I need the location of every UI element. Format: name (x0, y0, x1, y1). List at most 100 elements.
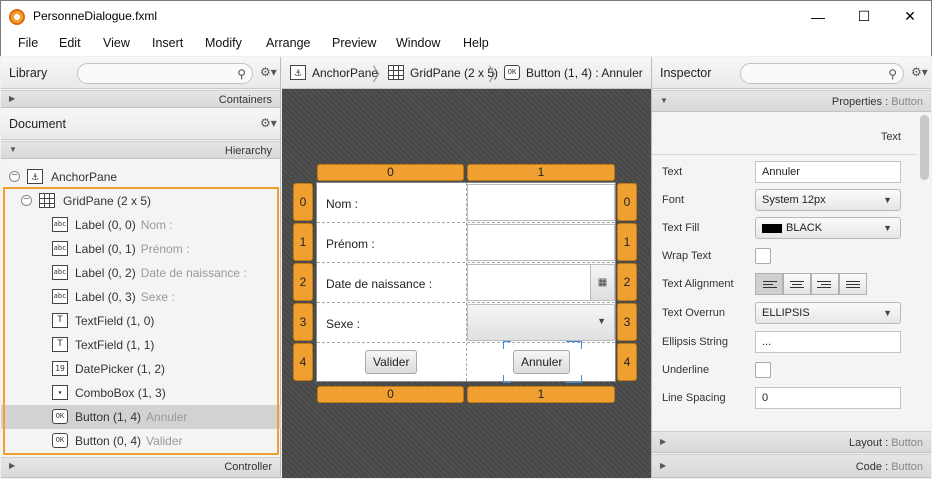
prop-font-label: Font (662, 194, 685, 206)
calendar-icon[interactable]: ▦ (590, 265, 614, 300)
tree-item-combobox[interactable]: ▾ ComboBox (1, 3) (1, 381, 281, 405)
menu-arrange[interactable]: Arrange (266, 36, 310, 50)
tree-item-label-0-1[interactable]: abc Label (0, 1) Prénom : (1, 237, 281, 261)
collapse-toggle-icon[interactable]: − (21, 195, 32, 206)
tree-item-label-0-3[interactable]: abc Label (0, 3) Sexe : (1, 285, 281, 309)
menu-view[interactable]: View (103, 36, 130, 50)
selection-handle[interactable] (574, 375, 582, 383)
column-header-1[interactable]: 1 (467, 164, 615, 181)
menu-window[interactable]: Window (396, 36, 440, 50)
hierarchy-section[interactable]: ▼ Hierarchy (1, 141, 280, 159)
menu-insert[interactable]: Insert (152, 36, 183, 50)
column-footer-1[interactable]: 1 (467, 386, 615, 403)
align-right-icon[interactable] (811, 273, 839, 295)
column-header-0[interactable]: 0 (317, 164, 464, 181)
minimize-button[interactable]: — (795, 1, 841, 32)
properties-section[interactable]: ▼ Properties : Button (652, 90, 931, 112)
datepicker[interactable]: ▦ (467, 264, 615, 301)
row-header-3[interactable]: 3 (293, 303, 313, 341)
row-marker-right-0[interactable]: 0 (617, 183, 637, 221)
align-center-icon[interactable] (783, 273, 811, 295)
inspector-title: Inspector (660, 66, 712, 80)
library-search-input[interactable]: ⚲ (77, 63, 253, 84)
chevron-down-icon: ▼ (883, 308, 892, 318)
prop-fill-value: BLACK (786, 222, 823, 234)
row-header-1[interactable]: 1 (293, 223, 313, 261)
menu-file[interactable]: File (18, 36, 38, 50)
layout-section[interactable]: ▶ Layout : Button (652, 431, 931, 453)
breadcrumb-item-anchorpane[interactable]: AnchorPane (312, 66, 378, 80)
expand-arrow-icon: ▶ (660, 437, 667, 446)
prop-ellipsis-input[interactable]: ... (755, 331, 901, 353)
tree-item-textfield-1-1[interactable]: T TextField (1, 1) (1, 333, 281, 357)
tree-item-datepicker[interactable]: 19 DatePicker (1, 2) (1, 357, 281, 381)
tree-item-button-annuler[interactable]: OK Button (1, 4) Annuler (1, 405, 281, 429)
column-footer-0[interactable]: 0 (317, 386, 464, 403)
row-marker-right-4[interactable]: 4 (617, 343, 637, 381)
row-header-0[interactable]: 0 (293, 183, 313, 221)
tree-item-gridpane[interactable]: − GridPane (2 x 5) (1, 189, 281, 213)
inspector-gear-icon[interactable]: ⚙▾ (911, 65, 928, 79)
selection-handle[interactable] (574, 341, 582, 349)
selection-handle[interactable] (503, 341, 511, 349)
prop-font: Font System 12px ▼ (652, 186, 915, 214)
tree-item-button-valider[interactable]: OK Button (0, 4) Valider (1, 429, 281, 453)
row-marker-right-3[interactable]: 3 (617, 303, 637, 341)
label-date-naissance[interactable]: Date de naissance : (326, 277, 432, 291)
collapse-toggle-icon[interactable]: − (9, 171, 20, 182)
close-button[interactable]: ✕ (887, 1, 932, 32)
button-valider[interactable]: Valider (365, 350, 418, 374)
tree-item-sub: Sexe : (140, 290, 175, 304)
menu-help[interactable]: Help (463, 36, 489, 50)
prop-spacing-input[interactable]: 0 (755, 387, 901, 409)
design-canvas[interactable]: 0 1 0 1 0 1 2 3 4 0 1 2 3 4 Nom : Prénom… (282, 89, 651, 478)
text-alignment-group (755, 273, 867, 295)
document-gear-icon[interactable]: ⚙▾ (260, 116, 277, 130)
prop-wrap-text: Wrap Text (652, 242, 915, 270)
menu-edit[interactable]: Edit (59, 36, 81, 50)
maximize-button[interactable]: ☐ (841, 1, 887, 32)
label-prenom[interactable]: Prénom : (326, 237, 375, 251)
menu-modify[interactable]: Modify (205, 36, 242, 50)
breadcrumb-item-button[interactable]: Button (1, 4) : Annuler (526, 66, 643, 80)
tree-item-anchorpane[interactable]: − ⚓ AnchorPane (1, 165, 281, 189)
controller-section[interactable]: ▶ Controller (1, 457, 280, 478)
prop-overrun-select[interactable]: ELLIPSIS ▼ (755, 302, 901, 324)
grid-row-divider (317, 222, 615, 223)
menu-preview[interactable]: Preview (332, 36, 376, 50)
inspector-scrollbar[interactable] (920, 115, 929, 180)
library-gear-icon[interactable]: ⚙▾ (260, 65, 277, 79)
row-marker-right-1[interactable]: 1 (617, 223, 637, 261)
library-title: Library (9, 66, 48, 80)
textfield-nom[interactable] (467, 184, 615, 221)
align-justify-icon[interactable] (839, 273, 867, 295)
textfield-prenom[interactable] (467, 224, 615, 261)
combobox-sexe[interactable]: ▼ (467, 304, 615, 341)
containers-label: Containers (218, 94, 272, 106)
label-sexe[interactable]: Sexe : (326, 317, 360, 331)
label-nom[interactable]: Nom : (326, 197, 358, 211)
button-annuler[interactable]: Annuler (513, 350, 571, 374)
expand-arrow-icon: ▶ (660, 461, 667, 470)
row-header-4[interactable]: 4 (293, 343, 313, 381)
wrap-text-checkbox[interactable] (755, 248, 771, 264)
inspector-search-input[interactable]: ⚲ (740, 63, 904, 84)
breadcrumb-item-gridpane[interactable]: GridPane (2 x 5) (410, 66, 498, 80)
align-left-icon[interactable] (755, 273, 783, 295)
prop-fill-select[interactable]: BLACK ▼ (755, 217, 901, 239)
row-header-2[interactable]: 2 (293, 263, 313, 301)
selection-handle[interactable] (503, 375, 511, 383)
underline-checkbox[interactable] (755, 362, 771, 378)
containers-section[interactable]: ▶ Containers (1, 90, 280, 108)
selection-handle[interactable] (566, 375, 574, 383)
code-section[interactable]: ▶ Code : Button (652, 454, 931, 478)
tree-item-label-0-2[interactable]: abc Label (0, 2) Date de naissance : (1, 261, 281, 285)
gridpane[interactable]: Nom : Prénom : Date de naissance : Sexe … (316, 182, 616, 383)
row-marker-right-2[interactable]: 2 (617, 263, 637, 301)
selection-handle[interactable] (566, 341, 574, 349)
tree-item-label-0-0[interactable]: abc Label (0, 0) Nom : (1, 213, 281, 237)
prop-text-input[interactable]: Annuler (755, 161, 901, 183)
tree-item-textfield-1-0[interactable]: T TextField (1, 0) (1, 309, 281, 333)
layout-label: Layout (848, 437, 883, 449)
prop-font-select[interactable]: System 12px ▼ (755, 189, 901, 211)
